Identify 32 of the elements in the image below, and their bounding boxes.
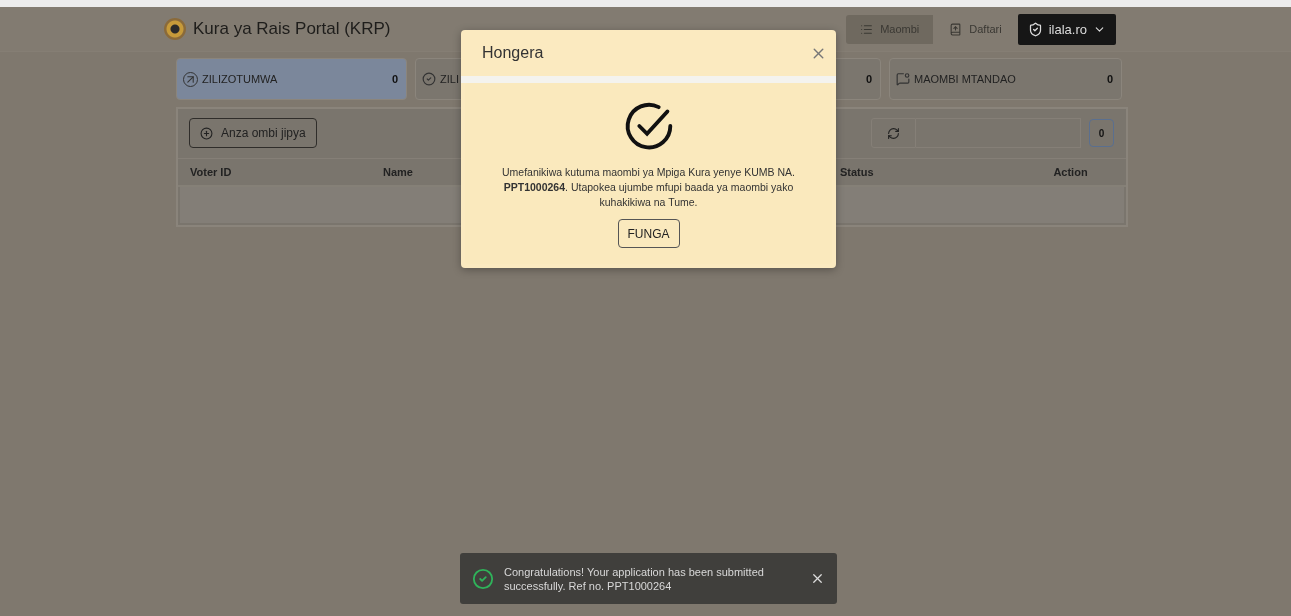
column-header: Status [840, 166, 874, 178]
check-circle-icon [472, 567, 494, 590]
column-header: Voter ID [190, 166, 232, 178]
list-icon [860, 22, 874, 36]
chat-dot-icon [896, 72, 910, 86]
stat-label: MAOMBI MTANDAO [914, 73, 1017, 85]
check-circle-icon [422, 72, 436, 86]
stat-count: 0 [391, 73, 398, 85]
column-header: Action [1053, 166, 1088, 178]
stat-count: 0 [1106, 73, 1113, 85]
logo-icon [164, 18, 186, 40]
stat-label: ZILIZOTUMWA [202, 73, 279, 85]
stat-card[interactable]: ZILIZOTUMWA 0 [176, 58, 407, 100]
plus-circle-icon [200, 126, 213, 140]
nav-button[interactable]: Daftari [935, 14, 1016, 44]
app-title: Kura ya Rais Portal (KRP) [193, 19, 392, 39]
dialog-title: Hongera [482, 44, 545, 62]
refresh-icon [887, 126, 900, 140]
count-button[interactable]: 0 [1089, 119, 1114, 147]
close-dialog-button[interactable]: FUNGA [617, 219, 680, 248]
column-header: Name [383, 166, 413, 178]
refresh-button[interactable] [871, 118, 916, 148]
shield-icon [1027, 21, 1043, 37]
new-request-button[interactable]: Anza ombi jipya [189, 118, 317, 148]
stat-label: ZILI [440, 73, 460, 85]
user-menu-button[interactable]: ilala.ro [1017, 13, 1116, 45]
book-icon [949, 22, 963, 36]
stat-count: 0 [865, 73, 872, 85]
toast-message: Congratulations! Your application has been submitted successfully. Ref no. PPT1000264 [504, 564, 765, 593]
stat-card[interactable]: MAOMBI MTANDAO 0 [889, 58, 1122, 100]
success-message: Umefanikiwa kutuma maombi ya Mpiga Kura yenye KUMB NA. PPT1000264. Utapokea ujumbe mfupi baada ya maombi yako kuhakikiwa na Tume. [501, 165, 796, 210]
close-button[interactable] [810, 571, 825, 586]
